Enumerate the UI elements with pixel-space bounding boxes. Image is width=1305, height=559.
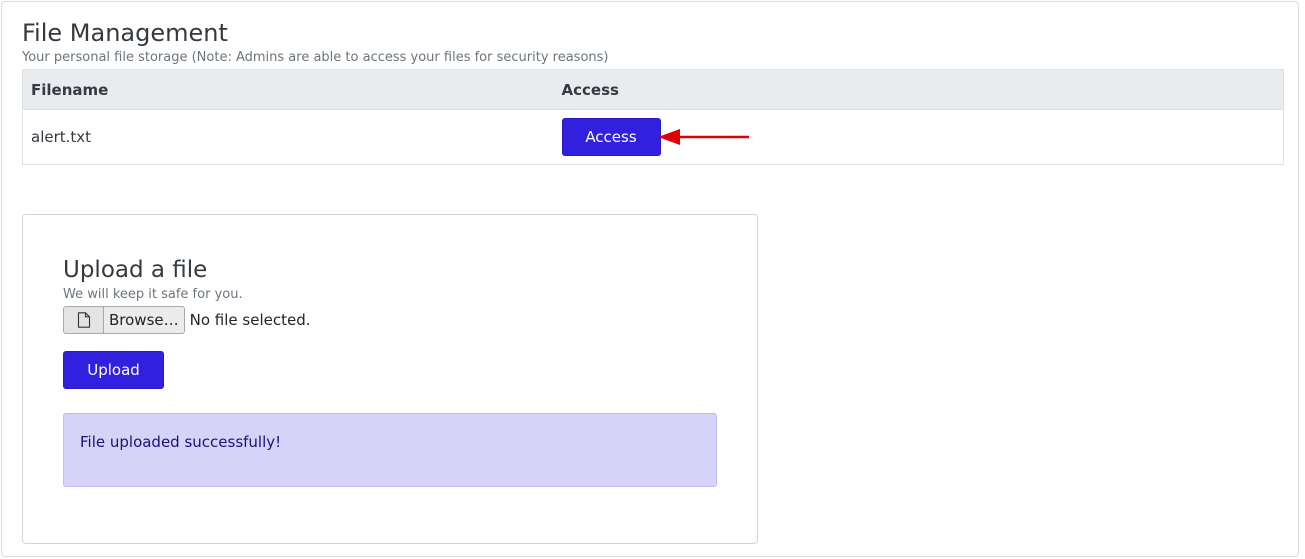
upload-button[interactable]: Upload [63, 351, 164, 389]
table-row: alert.txt Access [23, 110, 1284, 165]
file-table: Filename Access alert.txt Access [22, 69, 1284, 165]
column-header-access: Access [553, 69, 1284, 110]
page-container: File Management Your personal file stora… [1, 1, 1299, 557]
file-icon[interactable] [63, 306, 103, 334]
page-title: File Management [22, 19, 228, 47]
upload-title: Upload a file [63, 257, 208, 283]
column-header-filename: Filename [22, 69, 554, 110]
access-cell: Access [554, 110, 1284, 165]
upload-subtitle: We will keep it safe for you. [63, 287, 243, 302]
file-input[interactable]: Browse… No file selected. [63, 305, 311, 335]
upload-card: Upload a file We will keep it safe for y… [22, 214, 758, 544]
file-status-text: No file selected. [189, 311, 311, 329]
page-subtitle: Your personal file storage (Note: Admins… [22, 50, 609, 65]
alert-message: File uploaded successfully! [80, 433, 282, 451]
arrow-left-icon [657, 129, 749, 145]
browse-button[interactable]: Browse… [103, 306, 185, 334]
success-alert: File uploaded successfully! [63, 413, 717, 487]
access-button[interactable]: Access [561, 118, 661, 156]
filename-cell: alert.txt [31, 128, 92, 146]
table-header-row: Filename Access [22, 69, 1284, 110]
